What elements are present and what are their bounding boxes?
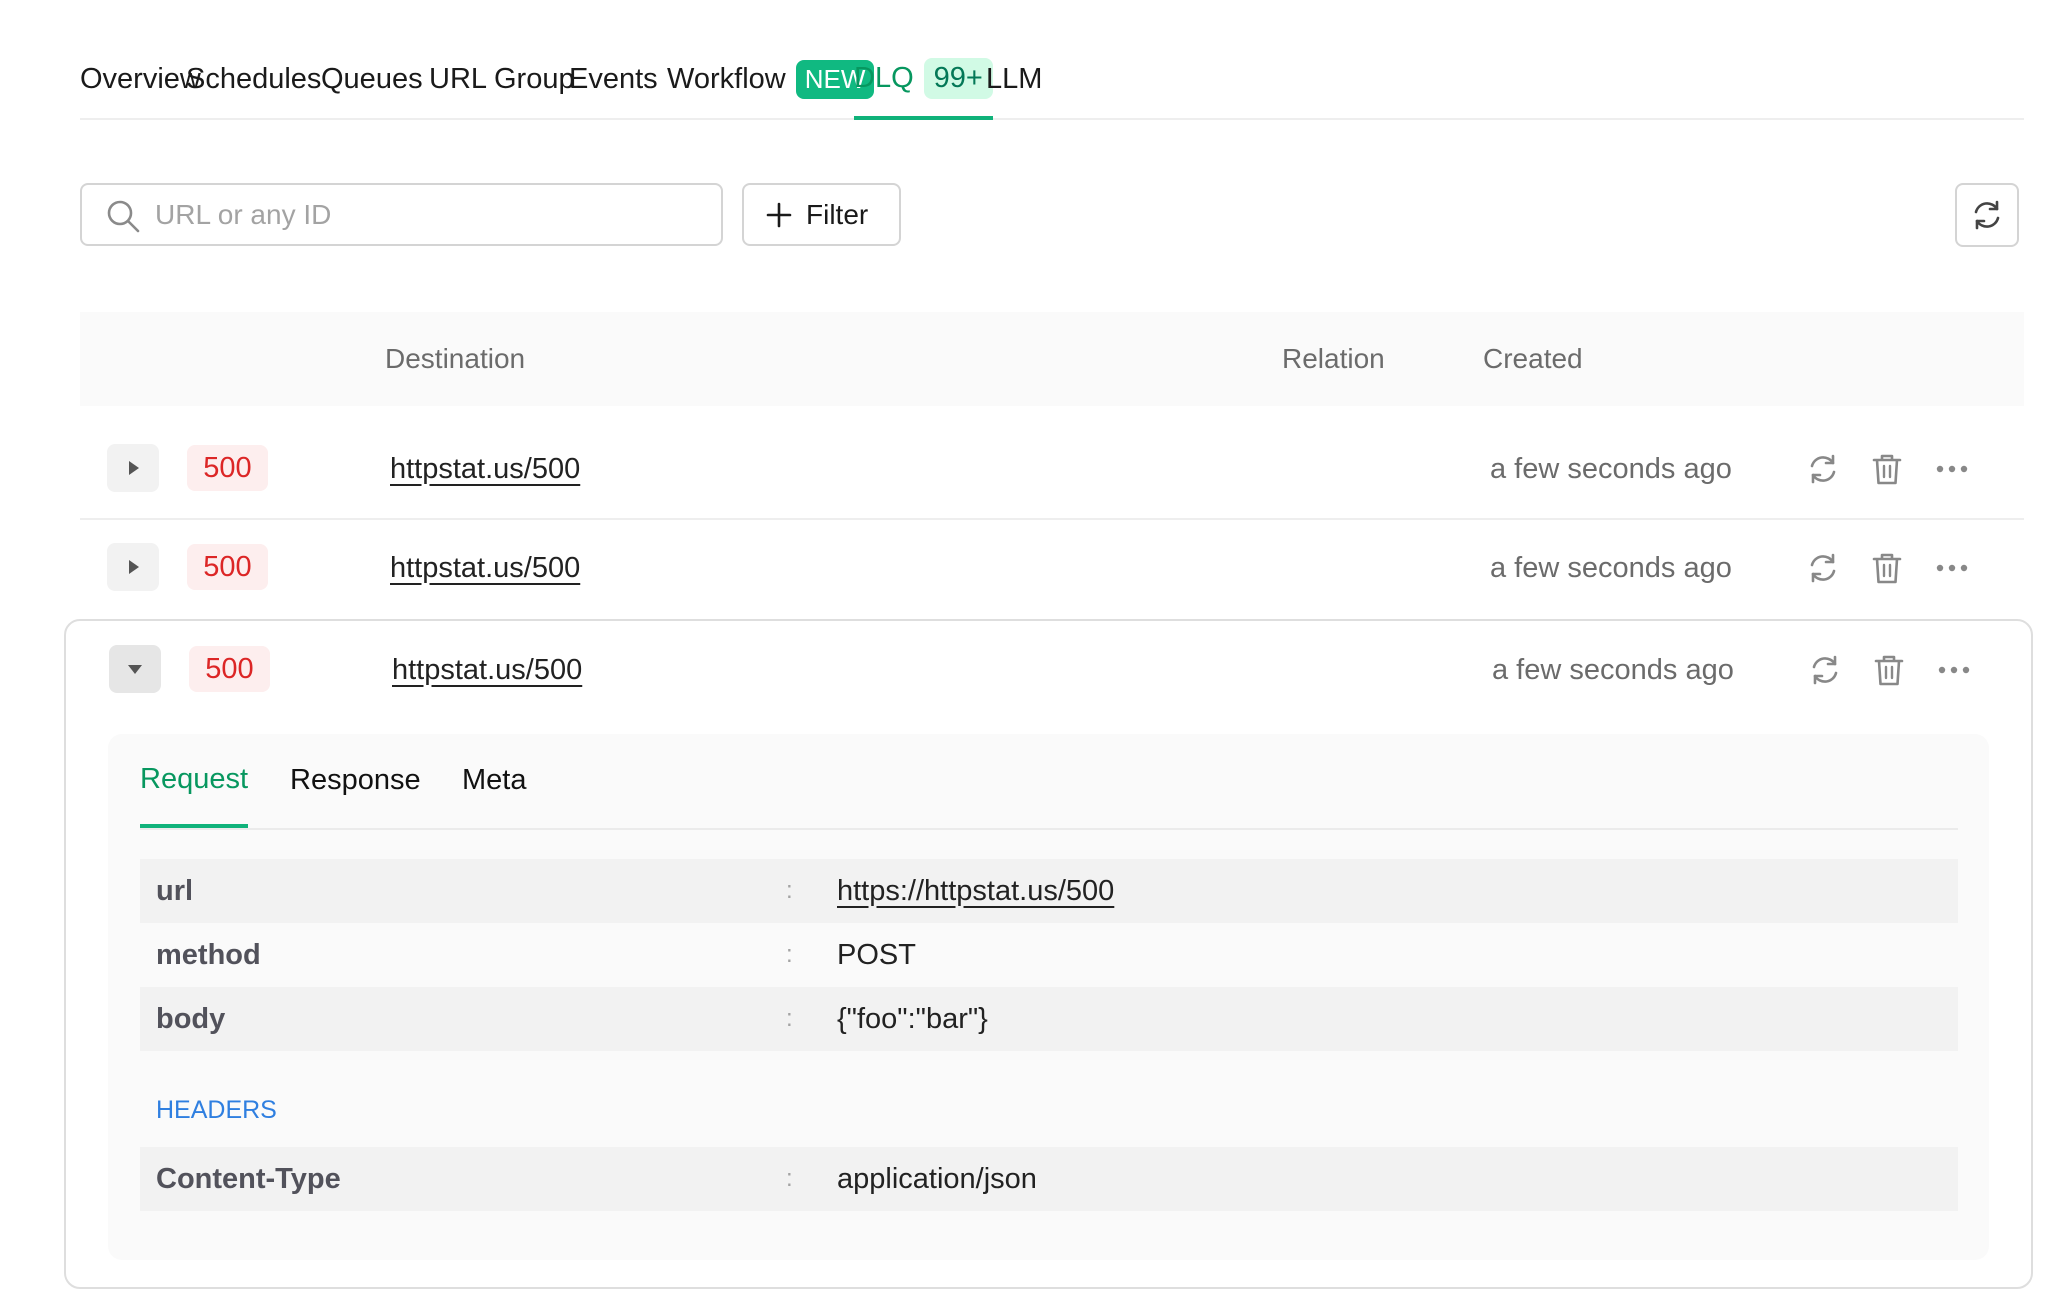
tab-label: DLQ	[854, 61, 914, 94]
caret-right-icon	[129, 461, 139, 475]
dlq-page: Overview Schedules Queues URL Group Even…	[0, 0, 2064, 1302]
tab-workflow[interactable]: Workflow NEW	[667, 40, 875, 118]
more-icon	[1938, 666, 1970, 674]
status-badge: 500	[189, 646, 270, 692]
delete-button[interactable]	[1867, 548, 1907, 588]
tab-label: Workflow	[667, 62, 786, 95]
field-separator: :	[786, 877, 793, 904]
header-key: Content-Type	[156, 1162, 341, 1195]
tab-url-group[interactable]: URL Group	[429, 40, 575, 118]
field-row-url: url : https://httpstat.us/500	[140, 859, 1958, 923]
status-badge: 500	[187, 445, 268, 491]
dlq-count-badge: 99+	[923, 57, 993, 99]
trash-icon	[1872, 454, 1902, 485]
tab-label: Events	[569, 62, 658, 95]
header-value: application/json	[837, 1162, 1037, 1195]
detail-tabs: Request Response Meta	[140, 734, 1958, 830]
tab-overview[interactable]: Overview	[80, 40, 201, 118]
more-icon	[1936, 564, 1968, 572]
filter-label: Filter	[806, 198, 869, 230]
delete-button[interactable]	[1867, 449, 1907, 489]
status-badge: 500	[187, 544, 268, 590]
destination-link[interactable]: httpstat.us/500	[392, 621, 582, 719]
more-button[interactable]	[1934, 650, 1974, 690]
expanded-row-card: 500 httpstat.us/500 a few seconds ago Re…	[64, 619, 2033, 1289]
more-button[interactable]	[1932, 548, 1972, 588]
field-separator: :	[786, 1005, 793, 1032]
tab-llm[interactable]: LLM	[986, 40, 1042, 118]
tab-label: Queues	[321, 62, 423, 95]
column-relation[interactable]: Relation	[1282, 312, 1385, 406]
search-input[interactable]	[153, 197, 697, 232]
table-row[interactable]: 500 httpstat.us/500 a few seconds ago	[82, 621, 2026, 719]
field-value: {"foo":"bar"}	[837, 1002, 988, 1035]
tab-meta[interactable]: Meta	[462, 734, 526, 826]
field-key: body	[156, 1002, 226, 1035]
retry-button[interactable]	[1803, 548, 1843, 588]
tab-dlq[interactable]: DLQ 99+	[854, 40, 993, 120]
column-destination[interactable]: Destination	[385, 312, 525, 406]
field-separator: :	[786, 941, 793, 968]
field-separator: :	[786, 1165, 793, 1192]
caret-right-icon	[129, 560, 139, 574]
destination-link[interactable]: httpstat.us/500	[390, 420, 580, 518]
top-nav: Overview Schedules Queues URL Group Even…	[80, 40, 2024, 120]
field-key: url	[156, 874, 194, 907]
field-value: POST	[837, 938, 916, 971]
tab-label: URL Group	[429, 62, 575, 95]
more-button[interactable]	[1932, 449, 1972, 489]
retry-icon	[1810, 454, 1836, 484]
tab-events[interactable]: Events	[569, 40, 658, 118]
table-row[interactable]: 500 httpstat.us/500 a few seconds ago	[80, 420, 2024, 520]
retry-button[interactable]	[1805, 650, 1845, 690]
trash-icon	[1872, 553, 1902, 584]
field-row-method: method : POST	[140, 923, 1958, 987]
created-time: a few seconds ago	[1490, 551, 1732, 584]
search-icon	[107, 200, 140, 233]
caret-down-icon	[128, 665, 142, 674]
filter-button[interactable]: Filter	[742, 183, 901, 246]
refresh-button[interactable]	[1955, 183, 2019, 247]
field-row-body: body : {"foo":"bar"}	[140, 987, 1958, 1051]
table-header: Destination Relation Created	[80, 312, 2024, 406]
tab-response[interactable]: Response	[290, 734, 421, 826]
url-link[interactable]: https://httpstat.us/500	[837, 859, 1114, 923]
search-box[interactable]	[80, 183, 723, 246]
tab-label: LLM	[986, 62, 1043, 95]
request-detail-panel: Request Response Meta url : https://http…	[108, 734, 1989, 1260]
tab-queues[interactable]: Queues	[321, 40, 423, 118]
created-time: a few seconds ago	[1490, 452, 1732, 485]
expand-button[interactable]	[107, 543, 159, 591]
delete-button[interactable]	[1869, 650, 1909, 690]
retry-icon	[1810, 553, 1836, 583]
destination-link[interactable]: httpstat.us/500	[390, 519, 580, 617]
created-time: a few seconds ago	[1492, 653, 1734, 686]
more-icon	[1936, 465, 1968, 473]
plus-icon	[766, 202, 792, 227]
tab-label: Schedules	[186, 62, 322, 95]
table-row[interactable]: 500 httpstat.us/500 a few seconds ago	[80, 519, 2024, 617]
collapse-button[interactable]	[109, 645, 161, 693]
retry-button[interactable]	[1803, 449, 1843, 489]
expand-button[interactable]	[107, 444, 159, 492]
header-row-content-type: Content-Type : application/json	[140, 1147, 1958, 1211]
field-key: method	[156, 938, 261, 971]
tab-label: Overview	[80, 62, 201, 95]
tab-request[interactable]: Request	[140, 734, 249, 828]
trash-icon	[1874, 655, 1904, 686]
headers-section-label: HEADERS	[156, 1096, 277, 1124]
tab-schedules[interactable]: Schedules	[186, 40, 321, 118]
retry-icon	[1812, 655, 1838, 685]
column-created[interactable]: Created	[1483, 312, 1583, 406]
refresh-icon	[1974, 200, 2000, 230]
